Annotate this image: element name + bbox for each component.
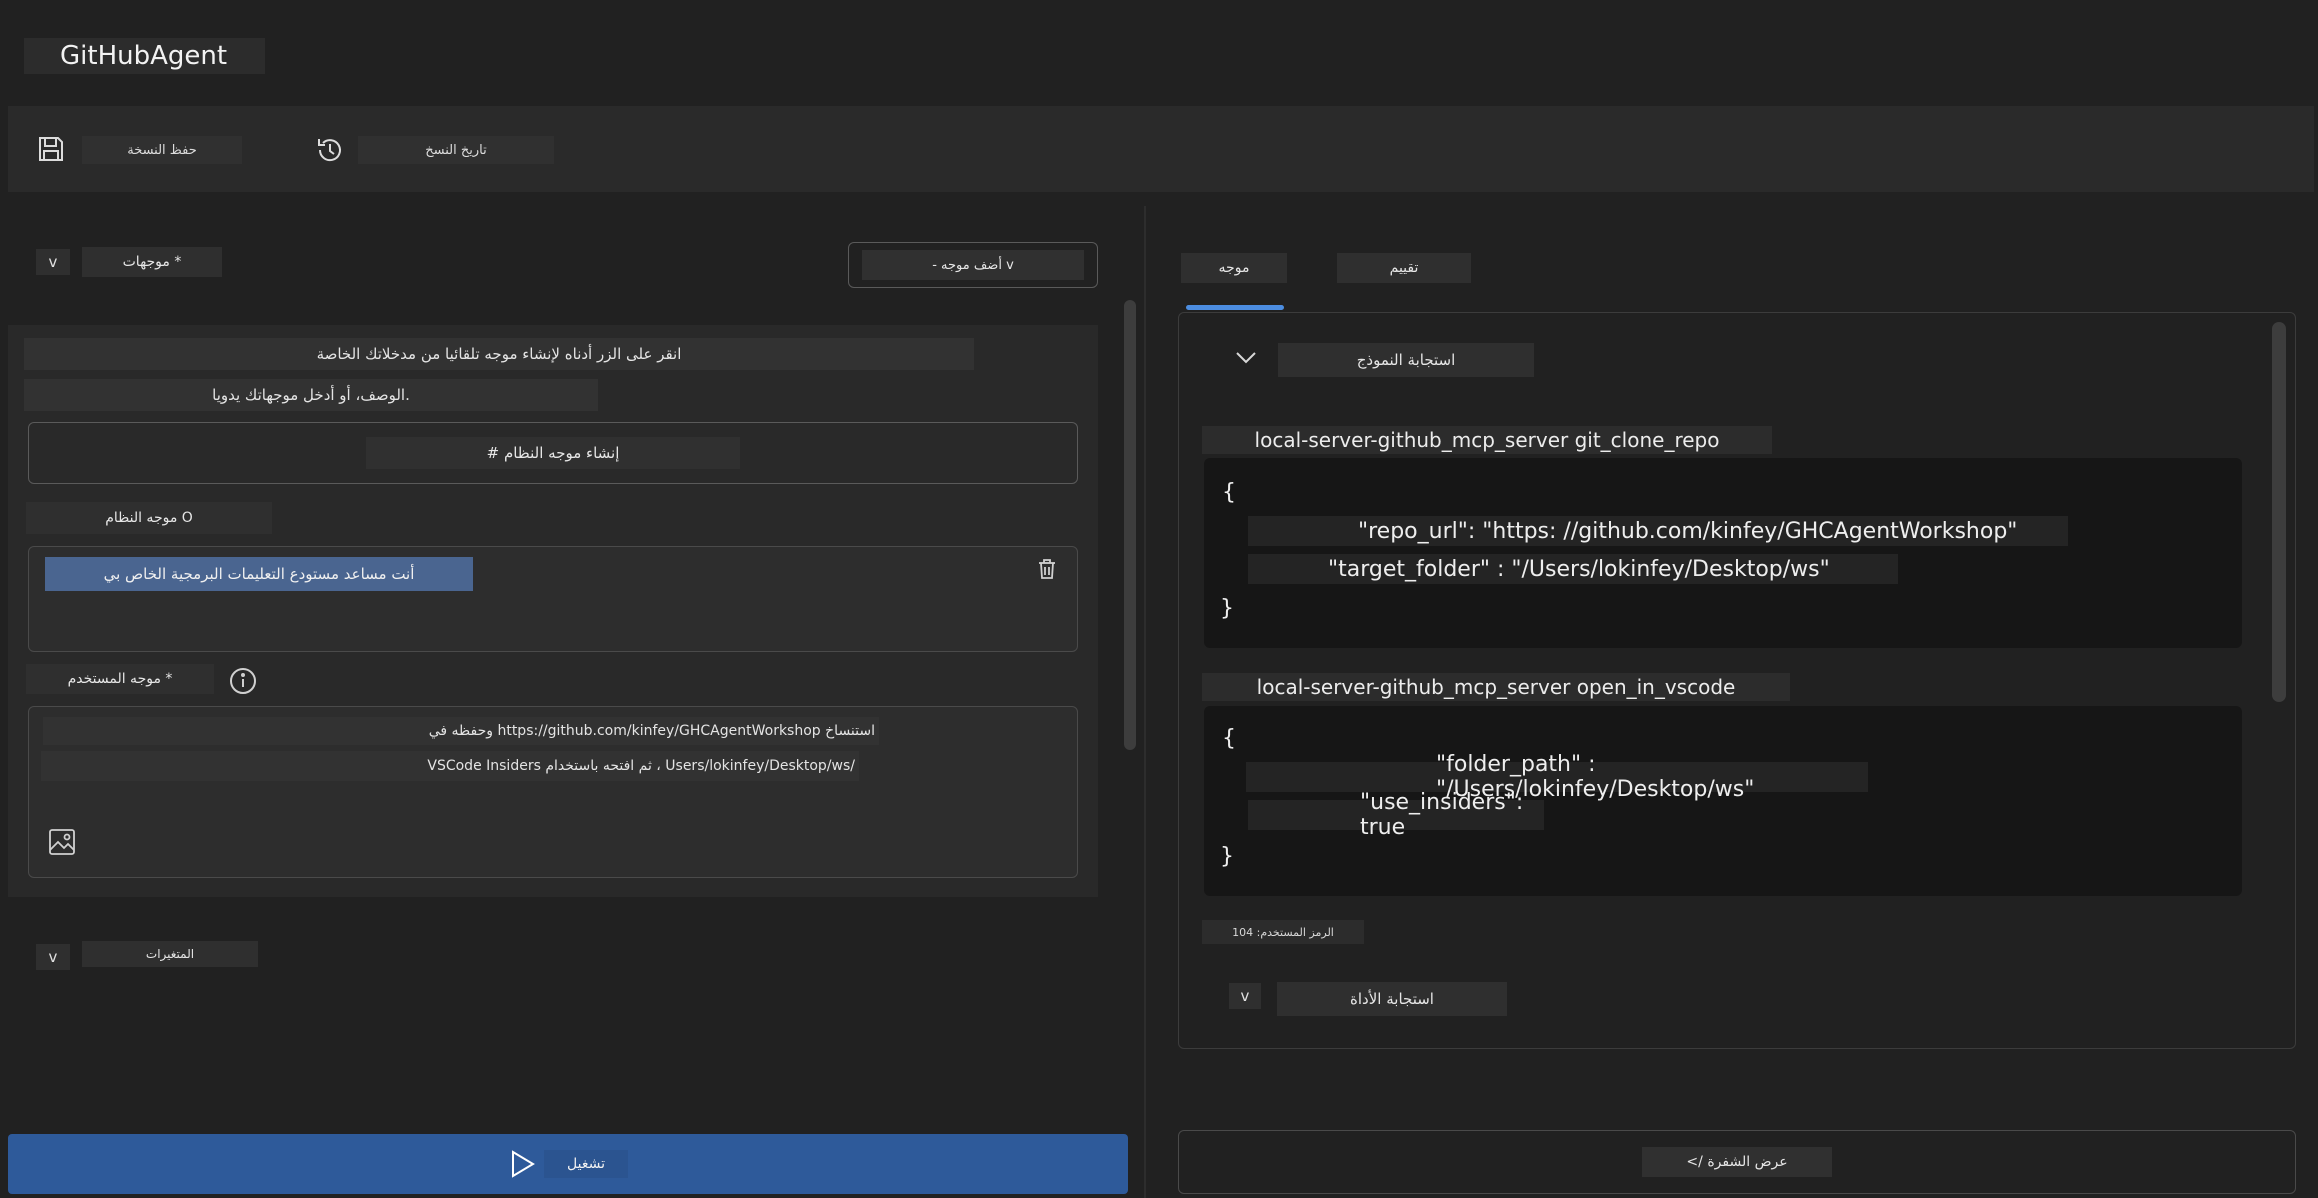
system-prompt-input[interactable]: أنت مساعد مستودع التعليمات البرمجية الخا…	[28, 546, 1078, 652]
version-history-button[interactable]: تاريخ النسخ	[358, 136, 554, 164]
run-button[interactable]: تشغيل	[8, 1134, 1128, 1194]
save-icon[interactable]	[36, 134, 66, 164]
info-icon[interactable]	[228, 666, 258, 696]
code-close-brace: }	[1220, 844, 1234, 869]
tool-response-label: استجابة الأداة	[1277, 982, 1507, 1016]
prompts-collapse-button[interactable]: v	[36, 249, 70, 275]
code-line: "use_insiders": true	[1248, 790, 1544, 840]
run-label: تشغيل	[544, 1150, 628, 1178]
user-prompt-line2: /Users/lokinfey/Desktop/ws ، ثم افتحه با…	[41, 751, 859, 781]
code-line: "target_folder" : "/Users/lokinfey/Deskt…	[1248, 554, 1898, 584]
system-prompt-label: موجه النظام O	[26, 502, 272, 534]
panel-divider[interactable]	[1144, 206, 1146, 1198]
play-icon	[508, 1149, 538, 1179]
system-prompt-text: أنت مساعد مستودع التعليمات البرمجية الخا…	[45, 557, 473, 591]
tab-evaluation[interactable]: تقييم	[1337, 253, 1471, 283]
user-prompt-input[interactable]: استنساخ https://github.com/kinfey/GHCAge…	[28, 706, 1078, 878]
prompts-section-label: موجهات *	[82, 247, 222, 277]
hint-text-line1: انقر على الزر أدناه لإنشاء موجه تلقائيا …	[24, 338, 974, 370]
add-prompt-label: - أضف موجه v	[862, 250, 1084, 280]
code-block: { "repo_url": "https: //github.com/kinfe…	[1204, 458, 2242, 648]
view-code-label: </ عرض الشفرة	[1642, 1147, 1832, 1177]
view-code-button[interactable]: </ عرض الشفرة	[1178, 1130, 2296, 1194]
active-tab-indicator	[1186, 305, 1284, 310]
variables-collapse-button[interactable]: v	[36, 944, 70, 970]
trash-icon[interactable]	[1035, 557, 1059, 581]
code-line: "repo_url": "https: //github.com/kinfey/…	[1248, 516, 2068, 546]
add-prompt-button[interactable]: - أضف موجه v	[848, 242, 1098, 288]
model-response-label: استجابة النموذج	[1278, 343, 1534, 377]
tokens-used: الرمز المستخدم: 104	[1202, 920, 1364, 944]
variables-label: المتغيرات	[82, 941, 258, 967]
app-title: GitHubAgent	[24, 38, 265, 74]
tool-call-title: local-server-github_mcp_server open_in_v…	[1202, 673, 1790, 701]
user-prompt-label: موجه المستخدم *	[26, 664, 214, 694]
code-open-brace: {	[1222, 726, 1236, 751]
chevron-down-icon[interactable]	[1232, 346, 1260, 370]
toolbar: حفظ النسخة تاريخ النسخ	[8, 106, 2314, 192]
image-upload-icon[interactable]	[47, 827, 77, 857]
history-icon[interactable]	[314, 134, 346, 166]
user-prompt-line1: استنساخ https://github.com/kinfey/GHCAge…	[43, 717, 879, 745]
left-scrollbar[interactable]	[1124, 300, 1136, 750]
generate-system-prompt-button[interactable]: # إنشاء موجه النظام	[28, 422, 1078, 484]
tab-prompt[interactable]: موجه	[1181, 253, 1287, 283]
hint-text-line2: الوصف، أو أدخل موجهاتك يدويا.	[24, 379, 598, 411]
generate-system-prompt-label: # إنشاء موجه النظام	[366, 437, 740, 469]
code-line: "folder_path" : "/Users/lokinfey/Desktop…	[1246, 752, 1868, 802]
code-block: { "folder_path" : "/Users/lokinfey/Deskt…	[1204, 706, 2242, 896]
code-open-brace: {	[1222, 480, 1236, 505]
tool-response-collapse-button[interactable]: v	[1229, 983, 1261, 1009]
tool-call-title: local-server-github_mcp_server git_clone…	[1202, 426, 1772, 454]
code-close-brace: }	[1220, 596, 1234, 621]
save-version-button[interactable]: حفظ النسخة	[82, 136, 242, 164]
right-scrollbar[interactable]	[2272, 322, 2286, 702]
